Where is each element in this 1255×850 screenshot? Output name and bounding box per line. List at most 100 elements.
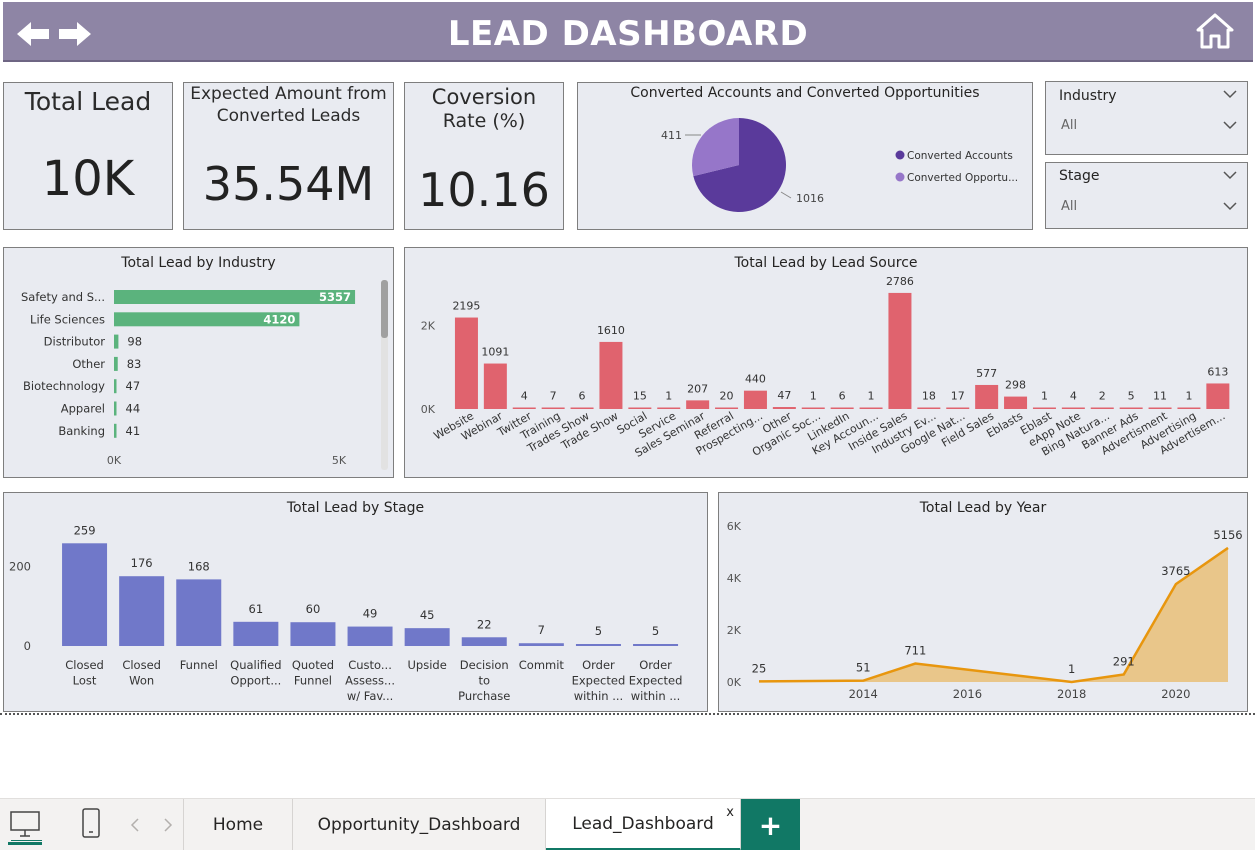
tab-opportunity-dashboard[interactable]: Opportunity_Dashboard [293, 799, 546, 850]
source-bar [888, 292, 912, 409]
year-data-label: 711 [904, 644, 926, 658]
stage-category-label: to [478, 674, 490, 688]
stage-category-label: Upside [408, 658, 447, 672]
source-bar [686, 400, 710, 409]
stage-category-label: Purchase [458, 689, 510, 703]
stage-data-label: 60 [306, 602, 321, 616]
source-data-label: 6 [839, 390, 846, 403]
chevron-down-icon[interactable] [1223, 170, 1237, 180]
source-y-tick: 2K [421, 320, 436, 333]
source-bar [1119, 407, 1143, 409]
tab-lead-label: Lead_Dashboard [572, 813, 714, 834]
source-data-label: 11 [1153, 390, 1167, 403]
total-lead-card: Total Lead 10K [3, 82, 173, 230]
stage-slicer[interactable]: Stage All [1045, 162, 1248, 229]
total-lead-value: 10K [41, 151, 135, 207]
conversion-rate-card: Coversion Rate (%) 10.16 [404, 82, 564, 230]
source-data-label: 1091 [481, 346, 509, 359]
source-bar [1061, 407, 1085, 409]
industry-bar [114, 356, 118, 371]
source-data-label: 440 [745, 373, 766, 386]
year-chart-card: Total Lead by Year 0K 2K 4K 6K 2014 2016 2018 2… [718, 492, 1248, 712]
add-page-button[interactable]: + [741, 799, 800, 850]
industry-slicer[interactable]: Industry All [1045, 81, 1248, 155]
industry-slicer-label: Industry [1059, 88, 1117, 104]
source-data-label: 2 [1099, 390, 1106, 403]
stage-category-label: Quoted [292, 658, 334, 672]
source-data-label: 2786 [886, 275, 914, 288]
stage-category-label: Lost [73, 674, 97, 688]
tab-home-label: Home [212, 815, 264, 835]
source-data-label: 613 [1207, 365, 1228, 378]
source-data-label: 6 [579, 390, 586, 403]
industry-data-label: 5357 [319, 290, 351, 304]
stage-category-label: Opport... [230, 674, 281, 688]
industry-slicer-value[interactable]: All [1061, 118, 1077, 133]
chevron-right-icon[interactable] [163, 818, 173, 832]
mobile-view-icon[interactable] [80, 807, 102, 839]
source-data-label: 1 [1185, 390, 1192, 403]
stage-data-label: 5 [652, 624, 659, 638]
source-data-label: 18 [922, 390, 936, 403]
chevron-down-icon[interactable] [1223, 89, 1237, 99]
source-bar [1148, 407, 1172, 409]
expected-amount-label-line2: Converted Leads [216, 106, 361, 126]
stage-category-label: Expected [572, 674, 626, 688]
stage-data-label: 45 [420, 608, 435, 622]
industry-data-label: 4120 [263, 312, 295, 326]
year-data-label: 291 [1113, 654, 1135, 668]
source-bar [975, 384, 999, 409]
year-x-tick: 2020 [1161, 687, 1190, 701]
year-x-tick: 2018 [1057, 687, 1086, 701]
source-data-label: 15 [633, 390, 647, 403]
year-y-tick: 4K [727, 572, 742, 585]
stage-data-label: 259 [74, 523, 96, 537]
tab-lead-dashboard[interactable]: Lead_Dashboard x [546, 799, 741, 850]
source-data-label: 5 [1128, 390, 1135, 403]
industry-bar-chart: Safety and S... 5357 Life Sciences 4120 Dist… [21, 280, 388, 470]
stage-category-label: Decision [460, 658, 509, 672]
stage-category-label: Funnel [180, 658, 218, 672]
source-bar [1032, 407, 1056, 409]
source-bar [570, 407, 594, 409]
close-tab-icon[interactable]: x [726, 805, 734, 820]
chevron-down-icon[interactable] [1223, 201, 1237, 211]
source-bar [1206, 383, 1230, 409]
industry-bar [114, 401, 117, 416]
source-bar [657, 407, 681, 409]
year-data-label: 25 [752, 661, 767, 675]
home-icon[interactable] [1195, 12, 1235, 50]
source-bar [859, 407, 883, 409]
desktop-view-indicator [8, 842, 42, 845]
converted-pie-card: Converted Accounts and Converted Opportu… [577, 82, 1033, 230]
source-bar-chart: 0K2K2195Website1091Webinar4Twitter7Train… [421, 275, 1230, 460]
source-data-label: 47 [777, 389, 791, 402]
source-bar [917, 407, 941, 409]
year-y-tick: 2K [727, 624, 742, 637]
source-y-tick: 0K [421, 403, 436, 416]
legend-marker [895, 172, 905, 182]
stage-slicer-value[interactable]: All [1061, 199, 1077, 214]
industry-scroll-thumb [381, 280, 388, 338]
stage-category-label: Funnel [294, 674, 332, 688]
industry-data-label: 47 [126, 379, 141, 393]
industry-chart-card: Total Lead by Industry Safety and S... 53… [3, 247, 394, 478]
chevron-down-icon[interactable] [1223, 120, 1237, 130]
stage-category-label: Qualified [230, 658, 281, 672]
stage-bar [233, 621, 279, 646]
tab-home[interactable]: Home [184, 799, 293, 850]
year-x-tick: 2016 [953, 687, 982, 701]
pie-chart: 1016 411 Converted Accounts Converted Oppor… [661, 118, 1018, 212]
industry-category-label: Safety and S... [21, 290, 105, 304]
conversion-rate-label-line2: Rate (%) [442, 110, 526, 132]
desktop-view-icon[interactable] [8, 809, 42, 841]
pie-label-accounts: 1016 [796, 192, 824, 205]
pie-label-opportunities: 411 [661, 129, 682, 142]
stage-category-label: w/ Fav... [347, 689, 393, 703]
source-bar [483, 363, 507, 409]
source-bar [743, 390, 767, 409]
industry-x-tick: 0K [107, 454, 122, 467]
year-y-tick: 6K [727, 520, 742, 533]
chevron-left-icon[interactable] [130, 818, 140, 832]
industry-category-label: Apparel [61, 402, 105, 416]
